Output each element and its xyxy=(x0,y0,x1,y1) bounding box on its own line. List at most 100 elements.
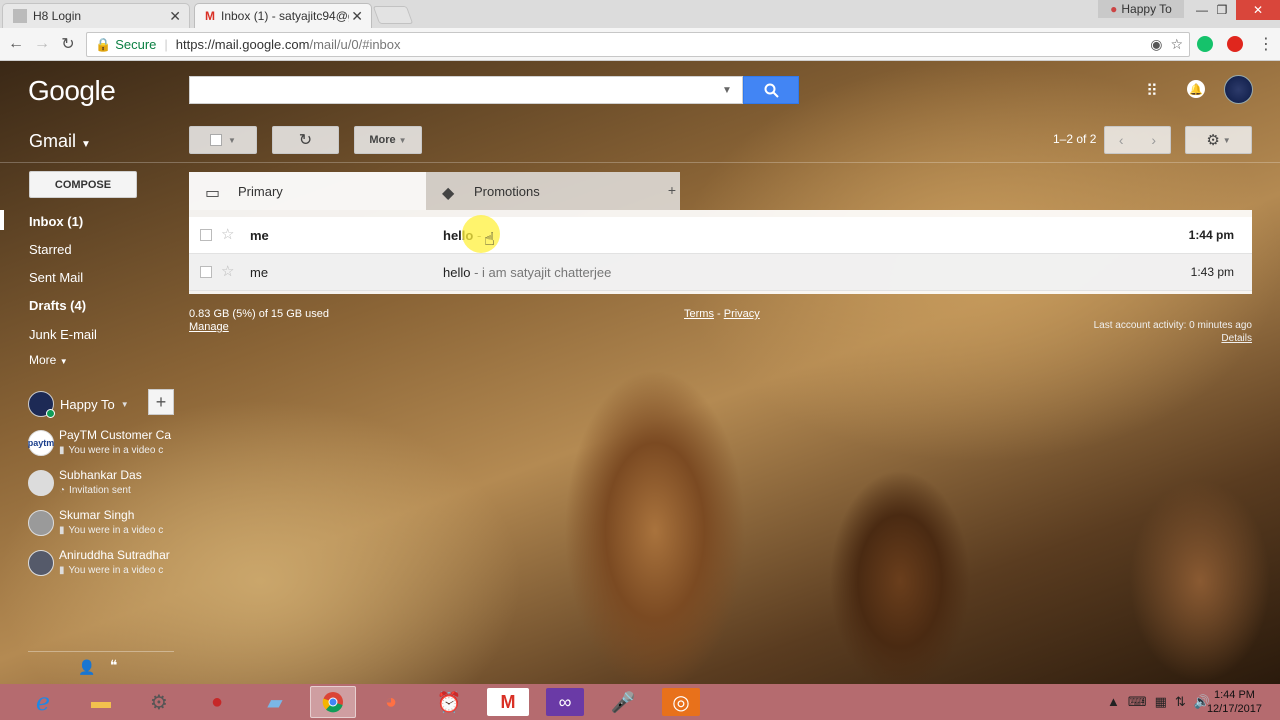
recording-app-icon[interactable]: ◎ xyxy=(662,688,700,716)
tab-label: Promotions xyxy=(474,183,540,199)
select-all-button[interactable]: ▼ xyxy=(189,126,257,154)
url-path: /mail/u/0/#inbox xyxy=(309,37,401,52)
taskbar-clock[interactable]: 1:44 PM 12/17/2017 xyxy=(1207,688,1262,716)
profile-name: Happy To xyxy=(1121,2,1172,16)
checkbox-icon xyxy=(210,134,223,146)
details-link[interactable]: Details xyxy=(1094,332,1252,345)
browser-tab-h8-login[interactable]: H8 Login ✕ xyxy=(2,3,190,28)
search-button[interactable] xyxy=(743,76,799,104)
more-actions-button[interactable]: More ▼ xyxy=(354,126,422,154)
nav-item-sent-mail[interactable]: Sent Mail xyxy=(29,270,83,285)
avatar xyxy=(28,550,54,576)
search-options-icon[interactable]: ▼ xyxy=(722,85,732,96)
notifications-icon[interactable]: 🔔 xyxy=(1187,80,1205,98)
account-avatar[interactable] xyxy=(1224,75,1253,104)
invite-icon: ◔ xyxy=(59,485,66,496)
apps-grid-icon[interactable]: ⠿ xyxy=(1146,81,1158,101)
chrome-icon xyxy=(322,692,343,713)
show-hidden-icons[interactable]: ▲ xyxy=(1107,694,1120,710)
hangouts-contact[interactable]: Skumar Singh ▮ You were in a video c xyxy=(28,508,178,542)
gmail-app-icon[interactable]: M xyxy=(487,688,529,716)
contact-status: ▮ You were in a video c xyxy=(59,445,177,456)
close-tab-icon[interactable]: ✕ xyxy=(169,8,181,25)
snippet-text: - i am satyajit chatterjee xyxy=(470,265,612,280)
tab-primary[interactable]: ▭ Primary xyxy=(189,172,426,210)
maximize-button[interactable]: ❐ xyxy=(1208,0,1236,20)
hand-cursor-icon: ☝ xyxy=(484,229,495,249)
close-tab-icon[interactable]: ✕ xyxy=(351,8,363,25)
hangouts-contact[interactable]: Subhankar Das ◔ Invitation sent xyxy=(28,468,178,502)
tab-promotions[interactable]: ◆ Promotions + xyxy=(426,172,680,210)
bookmark-star-icon[interactable]: ☆ xyxy=(1170,36,1183,53)
chevron-down-icon: ▼ xyxy=(59,357,68,366)
compose-button[interactable]: COMPOSE xyxy=(29,171,137,198)
new-tab-button[interactable] xyxy=(372,6,414,24)
eye-icon[interactable]: ◉ xyxy=(1150,36,1162,53)
hangouts-self[interactable]: Happy To ▼ xyxy=(28,391,129,418)
reload-button[interactable]: ↻ xyxy=(58,34,78,54)
person-icon[interactable]: 👤 xyxy=(78,659,95,676)
row-checkbox[interactable] xyxy=(200,229,212,241)
keyboard-icon[interactable]: ⌨ xyxy=(1128,694,1147,710)
file-explorer-icon[interactable]: ▬ xyxy=(78,686,124,718)
tag-icon: ◆ xyxy=(442,185,455,202)
address-bar[interactable]: 🔒 Secure | https://mail.google.com/mail/… xyxy=(86,32,1190,57)
selected-nav-marker xyxy=(0,210,4,230)
google-logo[interactable]: Google xyxy=(28,75,116,107)
back-button[interactable]: ← xyxy=(6,34,26,54)
alarm-clock-icon[interactable]: ⏰ xyxy=(426,686,472,718)
chevron-right-icon[interactable]: › xyxy=(1151,132,1156,148)
message-row[interactable]: ☆ me hello - 1:44 pm xyxy=(189,217,1252,254)
clock-date: 12/17/2017 xyxy=(1206,703,1262,715)
gmail-app: Google ▼ ⠿ 🔔 Gmail ▼ ▼ ↻ More ▼ 1–2 of 2… xyxy=(0,61,1280,684)
recorder-app-icon[interactable]: ● xyxy=(194,686,240,718)
internet-explorer-icon[interactable]: ℯ xyxy=(20,686,66,718)
hangouts-contact[interactable]: paytm PayTM Customer Ca ▮ You were in a v… xyxy=(28,428,178,462)
privacy-link[interactable]: Privacy xyxy=(724,308,760,320)
subject-text: hello xyxy=(443,265,471,280)
visual-studio-icon[interactable]: ∞ xyxy=(546,688,584,716)
nav-item-starred[interactable]: Starred xyxy=(29,242,72,257)
nav-item-more[interactable]: More ▼ xyxy=(29,353,68,367)
secure-indicator[interactable]: 🔒 Secure xyxy=(95,37,156,53)
nav-item-inbox[interactable]: Inbox (1) xyxy=(29,214,83,229)
microphone-app-icon[interactable]: 🎤 xyxy=(600,686,646,718)
sync-icon[interactable]: ⇅ xyxy=(1175,694,1186,710)
search-input[interactable] xyxy=(189,76,743,104)
firefox-icon[interactable]: ◕ xyxy=(368,686,414,718)
settings-button[interactable]: ⚙ ▼ xyxy=(1185,126,1252,154)
manage-storage-link[interactable]: Manage xyxy=(189,321,329,334)
row-checkbox[interactable] xyxy=(200,266,212,278)
secure-label: Secure xyxy=(115,37,157,52)
extension-icon[interactable] xyxy=(1227,36,1243,52)
chrome-menu-icon[interactable]: ⋮ xyxy=(1256,34,1276,54)
notes-app-icon[interactable]: ▰ xyxy=(252,686,298,718)
network-icon[interactable]: ▦ xyxy=(1155,694,1167,710)
grammarly-extension-icon[interactable] xyxy=(1197,36,1213,52)
last-activity-text: Last account activity: 0 minutes ago xyxy=(1093,320,1252,331)
message-row[interactable]: ☆ me hello - i am satyajit chatterjee 1:… xyxy=(189,254,1252,291)
terms-link[interactable]: Terms xyxy=(684,308,714,320)
search-icon xyxy=(764,83,779,98)
forward-button[interactable]: → xyxy=(32,34,52,54)
chrome-taskbar-icon[interactable] xyxy=(310,686,356,718)
gmail-menu[interactable]: Gmail ▼ xyxy=(29,131,91,152)
message-list: ☆ me hello - 1:44 pm ☆ me hello - i am s… xyxy=(189,210,1252,294)
hangouts-icon[interactable]: ❝ xyxy=(110,657,118,674)
new-conversation-button[interactable]: + xyxy=(148,389,174,415)
network-app-icon[interactable]: ⚙ xyxy=(136,686,182,718)
contact-status: ▮ You were in a video c xyxy=(59,525,177,536)
star-icon[interactable]: ☆ xyxy=(221,262,234,280)
browser-profile-button[interactable]: ● Happy To xyxy=(1098,0,1184,18)
browser-tab-inbox[interactable]: M Inbox (1) - satyajitc94@g ✕ xyxy=(194,3,372,28)
chevron-down-icon: ▼ xyxy=(120,399,129,409)
hangouts-contact[interactable]: Aniruddha Sutradhar ▮ You were in a video… xyxy=(28,548,178,582)
nav-item-junk[interactable]: Junk E-mail xyxy=(29,327,97,342)
star-icon[interactable]: ☆ xyxy=(221,225,234,243)
add-tab-icon[interactable]: + xyxy=(668,182,676,198)
chevron-left-icon[interactable]: ‹ xyxy=(1119,132,1124,148)
lock-icon: 🔒 xyxy=(95,36,112,52)
nav-item-drafts[interactable]: Drafts (4) xyxy=(29,298,86,313)
refresh-button[interactable]: ↻ xyxy=(272,126,339,154)
window-close-button[interactable]: ✕ xyxy=(1236,0,1280,20)
